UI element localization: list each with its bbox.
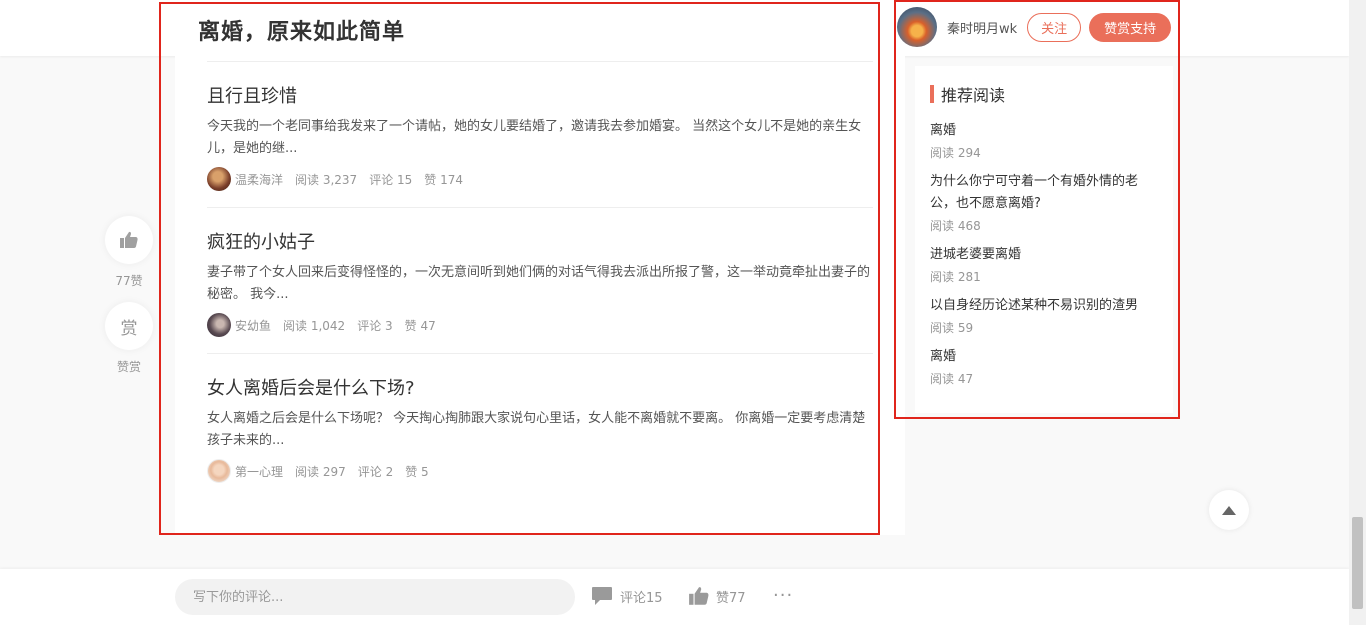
article-author[interactable]: 安幼鱼: [235, 317, 271, 334]
author-bar: 秦时明月wk 关注 赞赏支持: [897, 6, 1172, 48]
article-title[interactable]: 疯狂的小姑子: [207, 228, 873, 254]
article-item[interactable]: 且行且珍惜 今天我的一个老同事给我发来了一个请帖，她的女儿要结婚了，邀请我去参加…: [207, 82, 873, 191]
left-action-rail: 77赞 赏 赞赏: [104, 216, 154, 388]
recommend-item-reads: 阅读 468: [930, 219, 981, 233]
recommend-item-reads: 阅读 294: [930, 146, 981, 160]
user-avatar[interactable]: [207, 459, 231, 483]
comment-count: 评论 15: [369, 172, 413, 187]
thumbs-up-icon: [120, 231, 138, 248]
recommend-title: 推荐阅读: [941, 86, 1006, 105]
like-count-label: 77赞: [115, 274, 143, 288]
article-item[interactable]: 女人离婚后会是什么下场? 女人离婚之后会是什么下场呢？ 今天掏心掏肺跟大家说句心…: [207, 374, 873, 483]
author-name[interactable]: 秦时明月wk: [947, 18, 1017, 37]
comments-button[interactable]: 评论15: [591, 586, 663, 606]
follow-button[interactable]: 关注: [1027, 12, 1082, 42]
recommend-item[interactable]: 为什么你宁可守着一个有婚外情的老公，也不愿意离婚? 阅读 468: [930, 171, 1158, 234]
recommend-item-title[interactable]: 以自身经历论述某种不易识别的渣男: [930, 295, 1158, 317]
article-title[interactable]: 女人离婚后会是什么下场?: [207, 374, 873, 400]
article-meta: 温柔海洋 阅读 3,237 评论 15 赞 174: [207, 167, 873, 191]
tip-button[interactable]: 赏: [105, 302, 153, 350]
thumbs-up-icon: [689, 587, 709, 605]
like-count: 赞 47: [404, 318, 436, 333]
user-avatar[interactable]: [207, 167, 231, 191]
comment-input[interactable]: [175, 579, 575, 615]
like-button[interactable]: [105, 216, 153, 264]
recommend-item-reads: 阅读 59: [930, 321, 974, 335]
comment-count: 评论 2: [357, 464, 394, 479]
tip-glyph: 赏: [120, 318, 138, 339]
more-options-icon[interactable]: ···: [773, 585, 793, 606]
recommend-item-reads: 阅读 47: [930, 372, 974, 386]
recommend-item[interactable]: 进城老婆要离婚 阅读 281: [930, 244, 1158, 285]
likes-label: 赞77: [716, 590, 746, 606]
read-count: 阅读 1,042: [283, 318, 346, 333]
article-abstract: 今天我的一个老同事给我发来了一个请帖，她的女儿要结婚了，邀请我去参加婚宴。 当然…: [207, 119, 862, 156]
divider: [207, 353, 873, 354]
article-abstract: 女人离婚之后会是什么下场呢？ 今天掏心掏肺跟大家说句心里话，女人能不离婚就不要离…: [207, 411, 866, 448]
recommend-item[interactable]: 离婚 阅读 294: [930, 120, 1158, 161]
tip-label: 赞赏: [116, 360, 141, 374]
recommend-item[interactable]: 以自身经历论述某种不易识别的渣男 阅读 59: [930, 295, 1158, 336]
recommend-item[interactable]: 离婚 阅读 47: [930, 346, 1158, 387]
like-count: 赞 5: [405, 464, 429, 479]
page-title: 离婚，原来如此简单: [198, 20, 406, 45]
article-title[interactable]: 且行且珍惜: [207, 82, 873, 108]
scrollbar-thumb[interactable]: [1352, 517, 1363, 609]
recommend-reading-card: 推荐阅读 离婚 阅读 294 为什么你宁可守着一个有婚外情的老公，也不愿意离婚?…: [915, 66, 1173, 413]
recommend-item-title[interactable]: 为什么你宁可守着一个有婚外情的老公，也不愿意离婚?: [930, 171, 1158, 215]
divider: [207, 207, 873, 208]
recommend-item-title[interactable]: 离婚: [930, 120, 1158, 142]
comments-label: 评论15: [620, 590, 663, 606]
recommend-item-title[interactable]: 进城老婆要离婚: [930, 244, 1158, 266]
back-to-top-button[interactable]: [1209, 490, 1249, 530]
recommend-heading: 推荐阅读: [930, 82, 1158, 106]
recommend-item-reads: 阅读 281: [930, 270, 981, 284]
page-scrollbar[interactable]: [1349, 0, 1366, 625]
bottom-like-button[interactable]: 赞77: [688, 586, 746, 606]
caret-up-icon: [1222, 505, 1236, 515]
bottom-comment-bar: 评论15 赞77 ···: [0, 569, 1349, 625]
article-author[interactable]: 温柔海洋: [235, 171, 283, 188]
related-articles-panel: 且行且珍惜 今天我的一个老同事给我发来了一个请帖，她的女儿要结婚了，邀请我去参加…: [175, 56, 905, 535]
author-avatar[interactable]: [897, 7, 937, 47]
like-count: 赞 174: [424, 172, 464, 187]
accent-bar: [930, 85, 934, 103]
comment-count: 评论 3: [357, 318, 393, 333]
recommend-item-title[interactable]: 离婚: [930, 346, 1158, 368]
read-count: 阅读 297: [295, 464, 346, 479]
article-meta: 安幼鱼 阅读 1,042 评论 3 赞 47: [207, 313, 873, 337]
article-author[interactable]: 第一心理: [235, 463, 283, 480]
article-abstract: 妻子带了个女人回来后变得怪怪的，一次无意间听到她们俩的对话气得我去派出所报了警，…: [207, 265, 871, 302]
read-count: 阅读 3,237: [295, 172, 358, 187]
divider: [207, 61, 873, 62]
article-item[interactable]: 疯狂的小姑子 妻子带了个女人回来后变得怪怪的，一次无意间听到她们俩的对话气得我去…: [207, 228, 873, 337]
user-avatar[interactable]: [207, 313, 231, 337]
tip-support-button[interactable]: 赞赏支持: [1089, 12, 1172, 42]
comment-bubble-icon: [592, 587, 612, 605]
article-meta: 第一心理 阅读 297 评论 2 赞 5: [207, 459, 873, 483]
